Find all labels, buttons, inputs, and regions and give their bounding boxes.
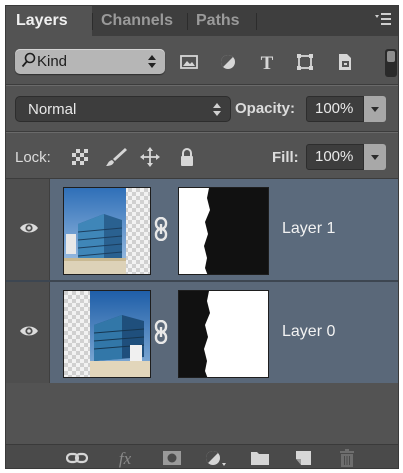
filter-kind-label: Kind — [37, 53, 68, 70]
eye-icon[interactable] — [19, 221, 39, 235]
tab-bar: Layers Channels Paths — [6, 6, 398, 36]
add-mask-icon[interactable] — [161, 448, 183, 468]
adjustment-filter-icon[interactable] — [217, 51, 239, 73]
layer-name: Layer 0 — [282, 323, 336, 340]
layer-row[interactable]: Layer 1 — [6, 179, 398, 280]
shape-filter-icon[interactable] — [294, 51, 316, 73]
lock-image-pixels-icon[interactable] — [105, 147, 127, 167]
layers-list-empty-area — [6, 384, 398, 442]
visibility-column — [6, 282, 50, 383]
filter-kind-select[interactable]: Kind — [15, 49, 165, 74]
bottom-toolbar: fx — [6, 444, 398, 468]
svg-text:fx: fx — [119, 449, 132, 468]
opacity-label: Opacity: — [235, 100, 296, 117]
link-layers-icon[interactable] — [65, 448, 89, 468]
image-filter-icon[interactable] — [178, 51, 200, 73]
type-filter-icon[interactable]: T — [256, 51, 278, 74]
layer-row[interactable]: Layer 0 — [6, 282, 398, 383]
tab-paths[interactable]: Paths — [196, 6, 240, 36]
eye-icon[interactable] — [19, 324, 39, 338]
layer-thumbnail[interactable] — [63, 187, 151, 275]
lock-position-icon[interactable] — [140, 147, 160, 167]
delete-layer-icon[interactable] — [336, 448, 358, 468]
lock-label: Lock: — [15, 149, 51, 166]
mask-link-icon[interactable] — [153, 216, 169, 242]
divider — [6, 85, 398, 86]
fill-label: Fill: — [272, 149, 299, 166]
tab-separator — [256, 13, 257, 30]
new-group-icon[interactable] — [249, 448, 271, 468]
mask-link-icon[interactable] — [153, 319, 169, 345]
layers-panel: Layers Channels Paths Kind T Normal Opac… — [5, 5, 399, 469]
chevron-updown-icon — [148, 55, 156, 68]
panel-menu-icon[interactable] — [374, 12, 392, 30]
tab-separator — [92, 13, 93, 30]
fill-dropdown-button[interactable] — [364, 144, 386, 170]
tab-layers[interactable]: Layers — [6, 6, 92, 36]
smart-object-filter-icon[interactable] — [333, 51, 355, 73]
opacity-dropdown-button[interactable] — [364, 96, 386, 122]
search-icon — [21, 52, 36, 69]
adjustment-layer-icon[interactable] — [203, 448, 226, 468]
tab-channels[interactable]: Channels — [101, 6, 173, 36]
lock-transparent-pixels-icon[interactable] — [70, 147, 90, 167]
chevron-updown-icon — [213, 103, 221, 116]
divider — [6, 132, 398, 133]
blend-mode-select[interactable]: Normal — [15, 96, 231, 122]
filter-toggle-switch[interactable] — [385, 49, 397, 77]
layer-mask-thumbnail[interactable] — [178, 187, 269, 275]
opacity-field[interactable]: 100% — [306, 96, 364, 122]
visibility-column — [6, 179, 50, 280]
layer-thumbnail[interactable] — [63, 290, 151, 378]
fill-field[interactable]: 100% — [306, 144, 364, 170]
svg-text:T: T — [261, 53, 274, 73]
tab-separator — [187, 13, 188, 30]
layer-name: Layer 1 — [282, 220, 336, 237]
layer-mask-thumbnail[interactable] — [178, 290, 269, 378]
lock-all-icon[interactable] — [177, 147, 197, 167]
new-layer-icon[interactable] — [292, 448, 314, 468]
fx-icon[interactable]: fx — [114, 448, 136, 468]
blend-mode-label: Normal — [28, 101, 77, 118]
